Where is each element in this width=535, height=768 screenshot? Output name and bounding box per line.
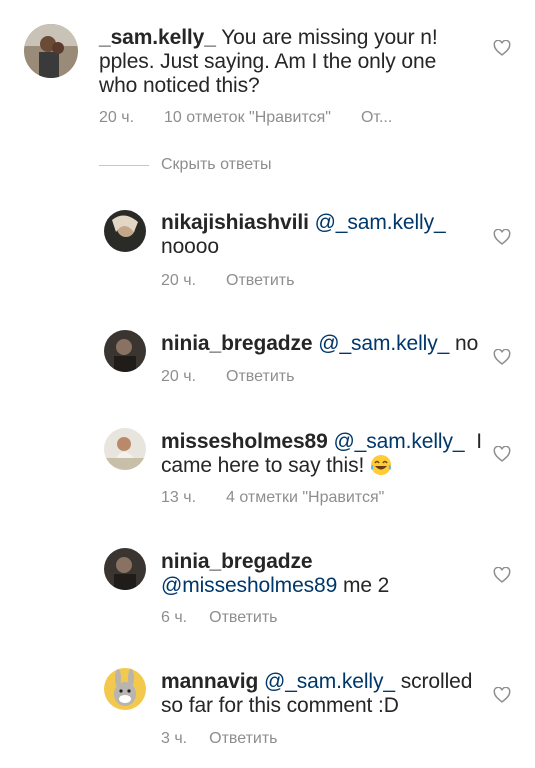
reply-username[interactable]: nikajishiashvili (161, 211, 309, 234)
timestamp: 3 ч. (161, 730, 188, 747)
reply-text: missesholmes89 @_sam.kelly_ I came here … (161, 430, 482, 477)
reply-button[interactable]: Ответить (226, 368, 294, 386)
like-heart-icon[interactable] (493, 687, 511, 703)
comment-text: _sam.kelly_ You are missing your n! pple… (99, 26, 438, 97)
reply-meta: 20 ч. Ответить (161, 368, 294, 386)
avatar[interactable] (104, 428, 146, 470)
avatar[interactable] (104, 548, 146, 590)
avatar[interactable] (104, 330, 146, 372)
reply-text: ninia_bregadze @missesholmes89 me 2 (161, 550, 390, 597)
mention-link[interactable]: @_sam.kelly_ (315, 211, 446, 234)
reply-meta: 13 ч. 4 отметки "Нравится" (161, 489, 384, 507)
reply-text: mannavig @_sam.kelly_ scrolled so far fo… (161, 670, 473, 717)
face-with-tears-of-joy-icon (370, 454, 392, 476)
mention-link[interactable]: @_sam.kelly_ (264, 670, 395, 693)
divider (99, 164, 149, 166)
comment-meta: 20 ч. 10 отметок "Нравится" От... (99, 109, 392, 127)
timestamp: 20 ч. (161, 272, 197, 289)
reply-button[interactable]: Ответить (209, 609, 277, 627)
reply-meta: 20 ч. Ответить (161, 272, 294, 290)
timestamp: 13 ч. (161, 489, 197, 506)
mention-link[interactable]: @_sam.kelly_ (318, 332, 449, 355)
avatar[interactable] (104, 210, 146, 252)
mention-link[interactable]: @missesholmes89 (161, 574, 337, 597)
timestamp: 20 ч. (99, 109, 135, 126)
reply-username[interactable]: missesholmes89 (161, 430, 328, 453)
reply-button[interactable]: От... (361, 109, 392, 127)
avatar[interactable] (24, 24, 78, 78)
reply-text: ninia_bregadze @_sam.kelly_ no (161, 332, 479, 355)
reply-meta: 6 ч. Ответить (161, 609, 278, 627)
reply-button[interactable]: Ответить (226, 272, 294, 290)
reply-text: nikajishiashvili @_sam.kelly_ noooo (161, 211, 446, 258)
reply-button[interactable]: Ответить (209, 730, 277, 748)
likes-count[interactable]: 4 отметки "Нравится" (226, 489, 384, 507)
like-heart-icon[interactable] (493, 446, 511, 462)
timestamp: 20 ч. (161, 368, 197, 385)
likes-count[interactable]: 10 отметок "Нравится" (164, 109, 331, 127)
hide-replies-label: Скрыть ответы (161, 156, 272, 173)
hide-replies-button[interactable]: Скрыть ответы (99, 156, 271, 174)
reply-username[interactable]: ninia_bregadze (161, 550, 313, 573)
comment-username[interactable]: _sam.kelly_ (99, 26, 216, 49)
like-heart-icon[interactable] (493, 349, 511, 365)
like-heart-icon[interactable] (493, 567, 511, 583)
avatar[interactable] (104, 668, 146, 710)
timestamp: 6 ч. (161, 609, 188, 626)
mention-link[interactable]: @_sam.kelly_ (333, 430, 464, 453)
reply-username[interactable]: ninia_bregadze (161, 332, 313, 355)
like-heart-icon[interactable] (493, 40, 511, 56)
reply-meta: 3 ч. Ответить (161, 730, 278, 748)
reply-username[interactable]: mannavig (161, 670, 258, 693)
like-heart-icon[interactable] (493, 229, 511, 245)
